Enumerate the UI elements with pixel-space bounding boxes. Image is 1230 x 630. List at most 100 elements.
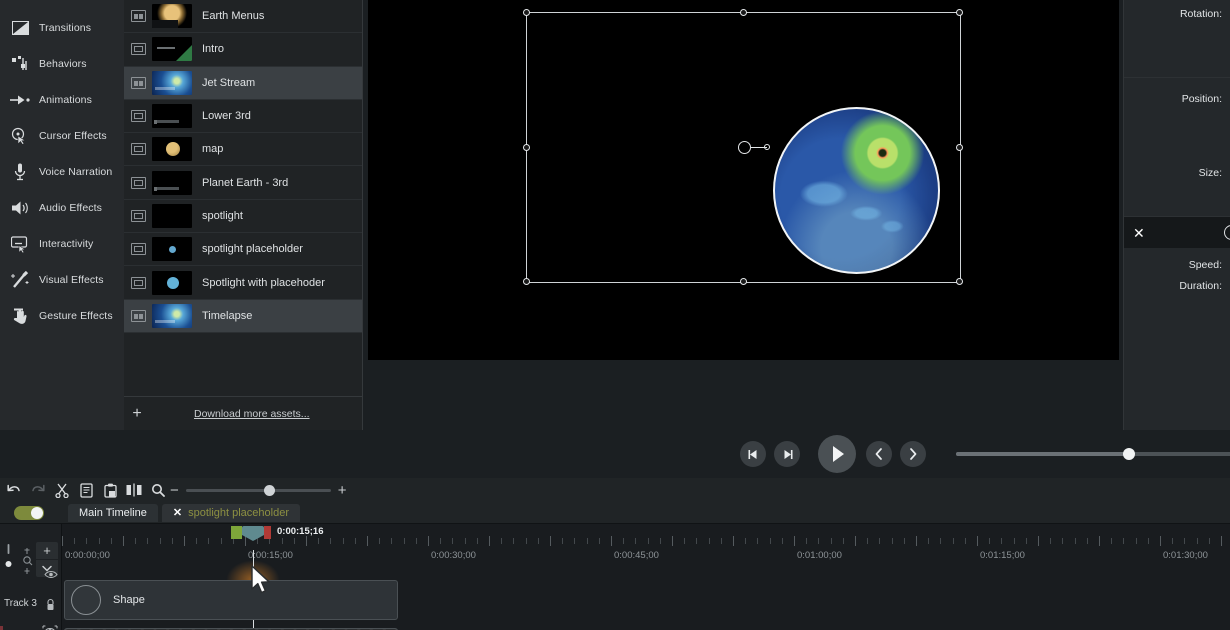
asset-row[interactable]: Timelapse <box>124 300 362 333</box>
plus-icon[interactable]: + <box>124 406 150 422</box>
sidebar-item-label: Visual Effects <box>39 274 104 286</box>
sidebar-item-animations[interactable]: Animations <box>0 82 124 118</box>
ruler-tick <box>709 538 710 544</box>
magnifier-icon[interactable] <box>146 479 170 501</box>
track-header-lower[interactable] <box>0 626 62 630</box>
globe-jetstream-graphic[interactable] <box>773 107 940 274</box>
asset-kind-icon <box>131 277 146 289</box>
playback-scrubber[interactable] <box>956 447 1230 461</box>
cut-button[interactable] <box>50 479 74 501</box>
cursor-effects-icon <box>8 125 32 147</box>
tab-spotlight-placeholder[interactable]: ✕ spotlight placeholder <box>162 504 300 522</box>
handle-top-center[interactable] <box>740 9 747 16</box>
ruler-tick <box>904 538 905 544</box>
asset-row[interactable]: Jet Stream <box>124 67 362 100</box>
ruler-tick <box>1026 538 1027 544</box>
undo-button[interactable] <box>2 479 26 501</box>
asset-row[interactable]: Intro <box>124 33 362 66</box>
track-header-track-3[interactable]: Track 3 <box>0 580 62 626</box>
ruler-tick <box>806 538 807 544</box>
sidebar-item-cursor-effects[interactable]: Cursor Effects <box>0 118 124 154</box>
asset-row[interactable]: spotlight <box>124 200 362 233</box>
anchor-point-dot[interactable] <box>764 144 770 150</box>
sidebar-item-audio-effects[interactable]: Audio Effects <box>0 190 124 226</box>
step-forward-button[interactable] <box>774 441 800 467</box>
sidebar-item-visual-effects[interactable]: Visual Effects <box>0 262 124 298</box>
ruler-tick <box>965 538 966 544</box>
next-marker-button[interactable] <box>900 441 926 467</box>
timeline-zoom-slider[interactable] <box>186 484 331 496</box>
scrubber-knob[interactable] <box>1123 448 1135 460</box>
handle-bottom-right[interactable] <box>956 278 963 285</box>
asset-rows: Earth MenusIntroJet Stream Lower 3rd map Pl… <box>124 0 362 333</box>
ruler-tick <box>672 536 673 546</box>
ruler-tick <box>391 538 392 544</box>
anchor-point-ring[interactable] <box>738 141 751 154</box>
copy-button[interactable] <box>74 479 98 501</box>
asset-kind-icon <box>131 243 146 255</box>
asset-kind-icon <box>131 143 146 155</box>
sidebar-item-transitions[interactable]: Transitions <box>0 10 124 46</box>
zoom-out-button[interactable]: − <box>170 482 179 499</box>
ruler-tick <box>160 538 161 544</box>
speaker-icon <box>8 197 32 219</box>
preview-canvas[interactable] <box>368 0 1119 360</box>
step-back-button[interactable] <box>740 441 766 467</box>
in-point-marker[interactable] <box>231 526 242 539</box>
out-point-marker[interactable] <box>264 526 271 539</box>
zoom-slider-track <box>186 489 331 492</box>
effects-sidebar: Transitions Behaviors Animations Cursor … <box>0 0 124 430</box>
close-icon[interactable]: ✕ <box>1133 226 1145 240</box>
handle-middle-right[interactable] <box>956 144 963 151</box>
zoom-slider-knob[interactable] <box>264 485 275 496</box>
add-track-button[interactable]: + <box>36 542 58 559</box>
asset-name-label: spotlight placeholder <box>202 243 303 255</box>
timeline-lane[interactable]: 0:00:00;000:00:15;000:00:30;000:00:45;00… <box>62 524 1230 630</box>
timeline-toggle-switch[interactable] <box>14 506 44 520</box>
zoom-in-button[interactable]: + <box>338 482 347 499</box>
sidebar-item-behaviors[interactable]: Behaviors <box>0 46 124 82</box>
asset-row[interactable]: spotlight placeholder <box>124 233 362 266</box>
handle-bottom-center[interactable] <box>740 278 747 285</box>
timeline-clip[interactable]: Shape <box>64 580 398 620</box>
ruler-tick <box>1197 538 1198 544</box>
ruler-tick <box>977 536 978 546</box>
sidebar-item-gesture-effects[interactable]: Gesture Effects <box>0 298 124 334</box>
asset-row[interactable]: Spotlight with placehoder <box>124 266 362 299</box>
asset-name-label: Timelapse <box>202 310 252 322</box>
asset-row[interactable]: Planet Earth - 3rd <box>124 166 362 199</box>
ruler-tick <box>587 538 588 544</box>
sidebar-item-interactivity[interactable]: Interactivity <box>0 226 124 262</box>
asset-row[interactable]: Earth Menus <box>124 0 362 33</box>
handle-middle-left[interactable] <box>523 144 530 151</box>
play-button[interactable] <box>818 435 856 473</box>
ruler-tick <box>1087 538 1088 544</box>
prev-marker-button[interactable] <box>866 441 892 467</box>
sidebar-item-label: Interactivity <box>39 238 93 250</box>
redo-button[interactable] <box>26 479 50 501</box>
tab-main-timeline[interactable]: Main Timeline <box>68 504 158 522</box>
asset-name-label: Lower 3rd <box>202 110 251 122</box>
handle-top-left[interactable] <box>523 9 530 16</box>
paste-button[interactable] <box>98 479 122 501</box>
split-button[interactable] <box>122 479 146 501</box>
asset-row[interactable]: map <box>124 133 362 166</box>
lock-icon[interactable] <box>45 598 56 616</box>
timeline-toolbar: − + <box>0 478 1230 502</box>
asset-name-label: Planet Earth - 3rd <box>202 177 288 189</box>
track-name-label: Track 3 <box>4 598 37 609</box>
eye-icon[interactable] <box>44 566 58 584</box>
eye-dashed-icon[interactable] <box>42 623 58 630</box>
asset-name-label: map <box>202 143 223 155</box>
handle-bottom-left[interactable] <box>523 278 530 285</box>
download-more-assets-link[interactable]: Download more assets... <box>194 408 310 420</box>
duration-label: Duration: <box>1179 280 1222 292</box>
ruler-tick <box>1062 538 1063 544</box>
asset-row[interactable]: Lower 3rd <box>124 100 362 133</box>
sidebar-item-voice-narration[interactable]: Voice Narration <box>0 154 124 190</box>
rotation-label: Rotation: <box>1180 8 1222 20</box>
close-icon[interactable]: ✕ <box>173 506 182 519</box>
circle-icon[interactable] <box>1224 225 1230 240</box>
ruler-tick <box>221 538 222 544</box>
handle-top-right[interactable] <box>956 9 963 16</box>
